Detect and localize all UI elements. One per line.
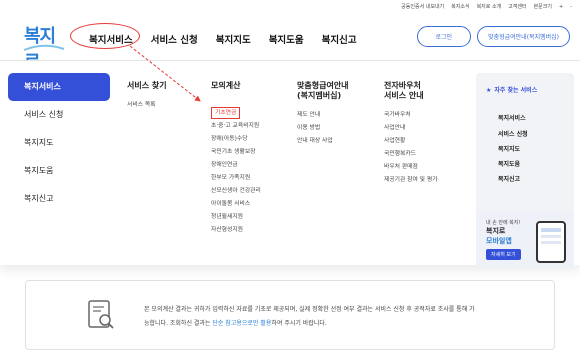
login-button[interactable]: 로그인: [416, 26, 472, 47]
favorite-link[interactable]: 복지지도: [498, 144, 520, 153]
column-title-line1: 전자바우처: [384, 81, 421, 90]
side-item-service-apply[interactable]: 서비스 신청: [8, 101, 110, 129]
promo-small-text: 내 손 안에 복지!: [486, 220, 521, 226]
menu-link[interactable]: 자산형성지원: [211, 224, 261, 237]
utility-bar: 공동인증서 내보내기 복지소식 복지로 소개 고객센터 본문크기 + -: [0, 0, 580, 14]
gnb-item-service-apply[interactable]: 서비스 신청: [142, 28, 207, 50]
promo-detail-button[interactable]: 자세히 보기: [486, 249, 521, 260]
header-buttons: 로그인 맞춤형급여안내(복지멤버십): [416, 26, 570, 47]
menu-link[interactable]: 안내 대상 사업: [297, 135, 349, 148]
notice-highlight: 단순 참고용으로만 활용: [212, 320, 272, 327]
utility-font-size-label: 본문크기: [533, 4, 552, 10]
phone-illustration-icon: [536, 221, 566, 263]
gnb-item-welfare-help[interactable]: 복지도움: [260, 28, 313, 50]
mobile-app-promo: 내 손 안에 복지! 복지로 모바일앱 자세히 보기: [476, 211, 574, 267]
favorite-link[interactable]: 복지신고: [498, 174, 520, 183]
menu-link[interactable]: 산모신생아 건강관리: [211, 185, 261, 198]
column-title-line2: 서비스 안내: [384, 91, 424, 100]
menu-link[interactable]: 청년월세지원: [211, 211, 261, 224]
column-e-voucher: 전자바우처 서비스 안내 국가바우처 사업안내 사업현황 국민행복카드 바우처 …: [384, 81, 438, 187]
favorite-link[interactable]: 서비스 신청: [498, 129, 528, 138]
menu-link[interactable]: 장애(아동)수당: [211, 133, 261, 146]
font-increase-button[interactable]: +: [559, 4, 563, 10]
menu-link[interactable]: 이용 방법: [297, 122, 349, 135]
menu-link[interactable]: 국민기초 생활보장: [211, 146, 261, 159]
column-title[interactable]: 맞춤형급여안내 (복지멤버십): [297, 81, 349, 101]
favorite-link[interactable]: 복지서비스: [498, 113, 526, 122]
menu-link[interactable]: 장애인연금: [211, 159, 261, 172]
menu-link[interactable]: 아이돌봄 서비스: [211, 198, 261, 211]
utility-link-news[interactable]: 복지소식: [451, 3, 469, 10]
menu-link[interactable]: 사업안내: [384, 122, 438, 135]
column-title[interactable]: 모의계산: [211, 81, 261, 91]
menu-link[interactable]: 바우처 판매점: [384, 161, 438, 174]
menu-link[interactable]: 제도 안내: [297, 109, 349, 122]
star-icon: ★: [486, 87, 492, 94]
menu-link[interactable]: 초·중·고 교육비지원: [211, 120, 261, 133]
menu-link-service-list[interactable]: 서비스 목록: [127, 99, 167, 112]
custom-guide-button[interactable]: 맞춤형급여안내(복지멤버십): [477, 26, 570, 47]
column-custom-benefit: 맞춤형급여안내 (복지멤버십) 제도 안내 이용 방법 안내 대상 사업: [297, 81, 349, 148]
global-nav: 복지서비스 서비스 신청 복지지도 복지도움 복지신고: [80, 28, 366, 50]
gnb-item-welfare-service[interactable]: 복지서비스: [80, 28, 142, 50]
promo-subtitle: 모바일앱: [486, 237, 512, 245]
column-title[interactable]: 전자바우처 서비스 안내: [384, 81, 438, 101]
menu-link[interactable]: 제공기관 참여 및 평가: [384, 174, 438, 187]
utility-link-cert[interactable]: 공동인증서 내보내기: [401, 3, 444, 10]
side-item-welfare-service[interactable]: 복지서비스: [8, 73, 110, 101]
utility-links: 공동인증서 내보내기 복지소식 복지로 소개 고객센터 본문크기 + -: [401, 3, 572, 11]
utility-link-help[interactable]: 고객센터: [508, 3, 526, 10]
column-mock-calculation: 모의계산 기초연금 초·중·고 교육비지원 장애(아동)수당 국민기초 생활보장…: [211, 81, 261, 237]
favorites-title: ★ 자주 찾는 서비스: [486, 87, 538, 94]
column-title-line2: (복지멤버십): [297, 91, 342, 100]
gnb-item-welfare-report[interactable]: 복지신고: [313, 28, 366, 50]
menu-link[interactable]: 한부모 가족지원: [211, 172, 261, 185]
utility-link-about[interactable]: 복지로 소개: [477, 3, 502, 10]
document-search-icon: [88, 300, 114, 329]
mega-menu: 복지서비스 서비스 신청 복지지도 복지도움 복지신고 서비스 찾기 서비스 목…: [0, 60, 580, 267]
logo[interactable]: 복지로: [22, 20, 68, 73]
logo-swoosh-icon: [23, 44, 65, 51]
promo-title: 복지로: [486, 227, 506, 235]
mega-side-menu: 복지서비스 서비스 신청 복지지도 복지도움 복지신고: [8, 73, 110, 213]
font-decrease-button[interactable]: -: [570, 4, 572, 10]
gnb-item-welfare-map[interactable]: 복지지도: [207, 28, 260, 50]
side-item-welfare-report[interactable]: 복지신고: [8, 185, 110, 213]
menu-link-basic-pension[interactable]: 기초연금: [211, 107, 241, 119]
column-service-search: 서비스 찾기 서비스 목록: [127, 81, 167, 112]
menu-link[interactable]: 사업현황: [384, 135, 438, 148]
side-item-welfare-help[interactable]: 복지도움: [8, 157, 110, 185]
favorite-link[interactable]: 복지도움: [498, 159, 520, 168]
menu-link[interactable]: 국가바우처: [384, 109, 438, 122]
notice-box: 본 모의계산 결과는 귀하가 입력하신 자료를 기초로 제공되며, 실제 정확한…: [25, 280, 555, 350]
menu-link[interactable]: 국민행복카드: [384, 148, 438, 161]
notice-text: 본 모의계산 결과는 귀하가 입력하신 자료를 기초로 제공되며, 실제 정확한…: [144, 306, 475, 327]
column-title[interactable]: 서비스 찾기: [127, 81, 167, 91]
header: 복지로 복지서비스 서비스 신청 복지지도 복지도움 복지신고 로그인 맞춤형급…: [0, 14, 580, 73]
side-item-welfare-map[interactable]: 복지지도: [8, 129, 110, 157]
column-title-line1: 맞춤형급여안내: [297, 81, 349, 90]
